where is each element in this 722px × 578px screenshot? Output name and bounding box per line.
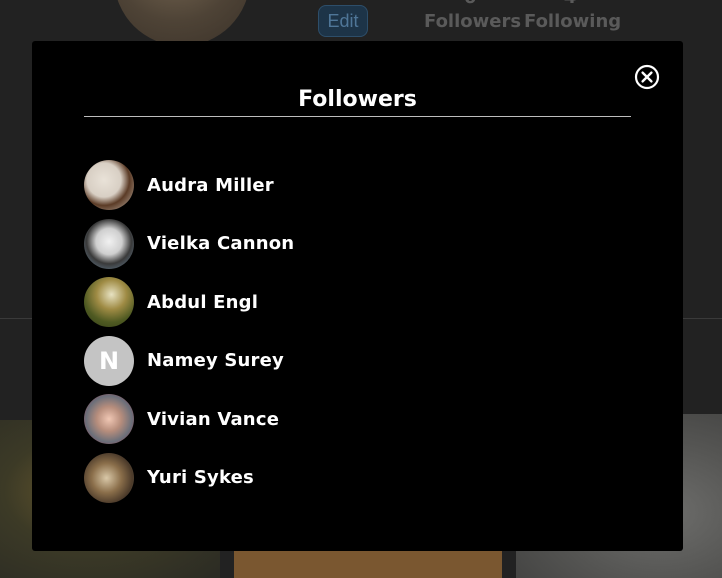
follower-item[interactable]: Vivian Vance bbox=[84, 394, 644, 445]
avatar[interactable] bbox=[84, 394, 134, 445]
follower-name[interactable]: Vivian Vance bbox=[147, 409, 279, 430]
avatar[interactable] bbox=[84, 452, 134, 503]
follower-item[interactable]: Abdul Engl bbox=[84, 277, 644, 328]
follower-name[interactable]: Vielka Cannon bbox=[147, 233, 294, 254]
avatar[interactable] bbox=[84, 277, 134, 328]
follower-item[interactable]: Vielka Cannon bbox=[84, 218, 644, 269]
avatar[interactable] bbox=[84, 160, 134, 210]
follower-name[interactable]: Abdul Engl bbox=[147, 292, 258, 313]
follower-list: Audra Miller Vielka Cannon Abdul Engl N … bbox=[84, 160, 644, 512]
following-stat[interactable]: 4 Following bbox=[524, 0, 622, 35]
follower-item[interactable]: N Namey Surey bbox=[84, 335, 644, 386]
follower-name[interactable]: Audra Miller bbox=[147, 175, 274, 196]
followers-count: 6 bbox=[424, 0, 516, 9]
avatar-initial-letter: N bbox=[98, 346, 120, 375]
follower-name[interactable]: Yuri Sykes bbox=[147, 467, 254, 488]
profile-avatar bbox=[114, 0, 250, 46]
avatar-initial[interactable]: N bbox=[84, 335, 134, 386]
avatar[interactable] bbox=[84, 218, 134, 269]
post-thumbnail[interactable] bbox=[234, 548, 502, 578]
followers-label: Followers bbox=[424, 11, 522, 32]
modal-title: Followers bbox=[84, 84, 631, 117]
profile-page: Edit 6 Followers 4 Following Followers A bbox=[0, 0, 722, 578]
follower-item[interactable]: Yuri Sykes bbox=[84, 452, 644, 503]
followers-stat[interactable]: 6 Followers bbox=[424, 0, 522, 35]
following-count: 4 bbox=[524, 0, 616, 9]
follower-name[interactable]: Namey Surey bbox=[147, 350, 284, 371]
follower-item[interactable]: Audra Miller bbox=[84, 160, 644, 210]
edit-profile-button[interactable]: Edit bbox=[318, 5, 368, 37]
following-label: Following bbox=[524, 11, 622, 32]
close-button[interactable] bbox=[634, 64, 660, 90]
followers-modal: Followers Audra Miller Vielka Cannon Abd… bbox=[32, 41, 683, 551]
close-circle-icon bbox=[634, 64, 660, 90]
